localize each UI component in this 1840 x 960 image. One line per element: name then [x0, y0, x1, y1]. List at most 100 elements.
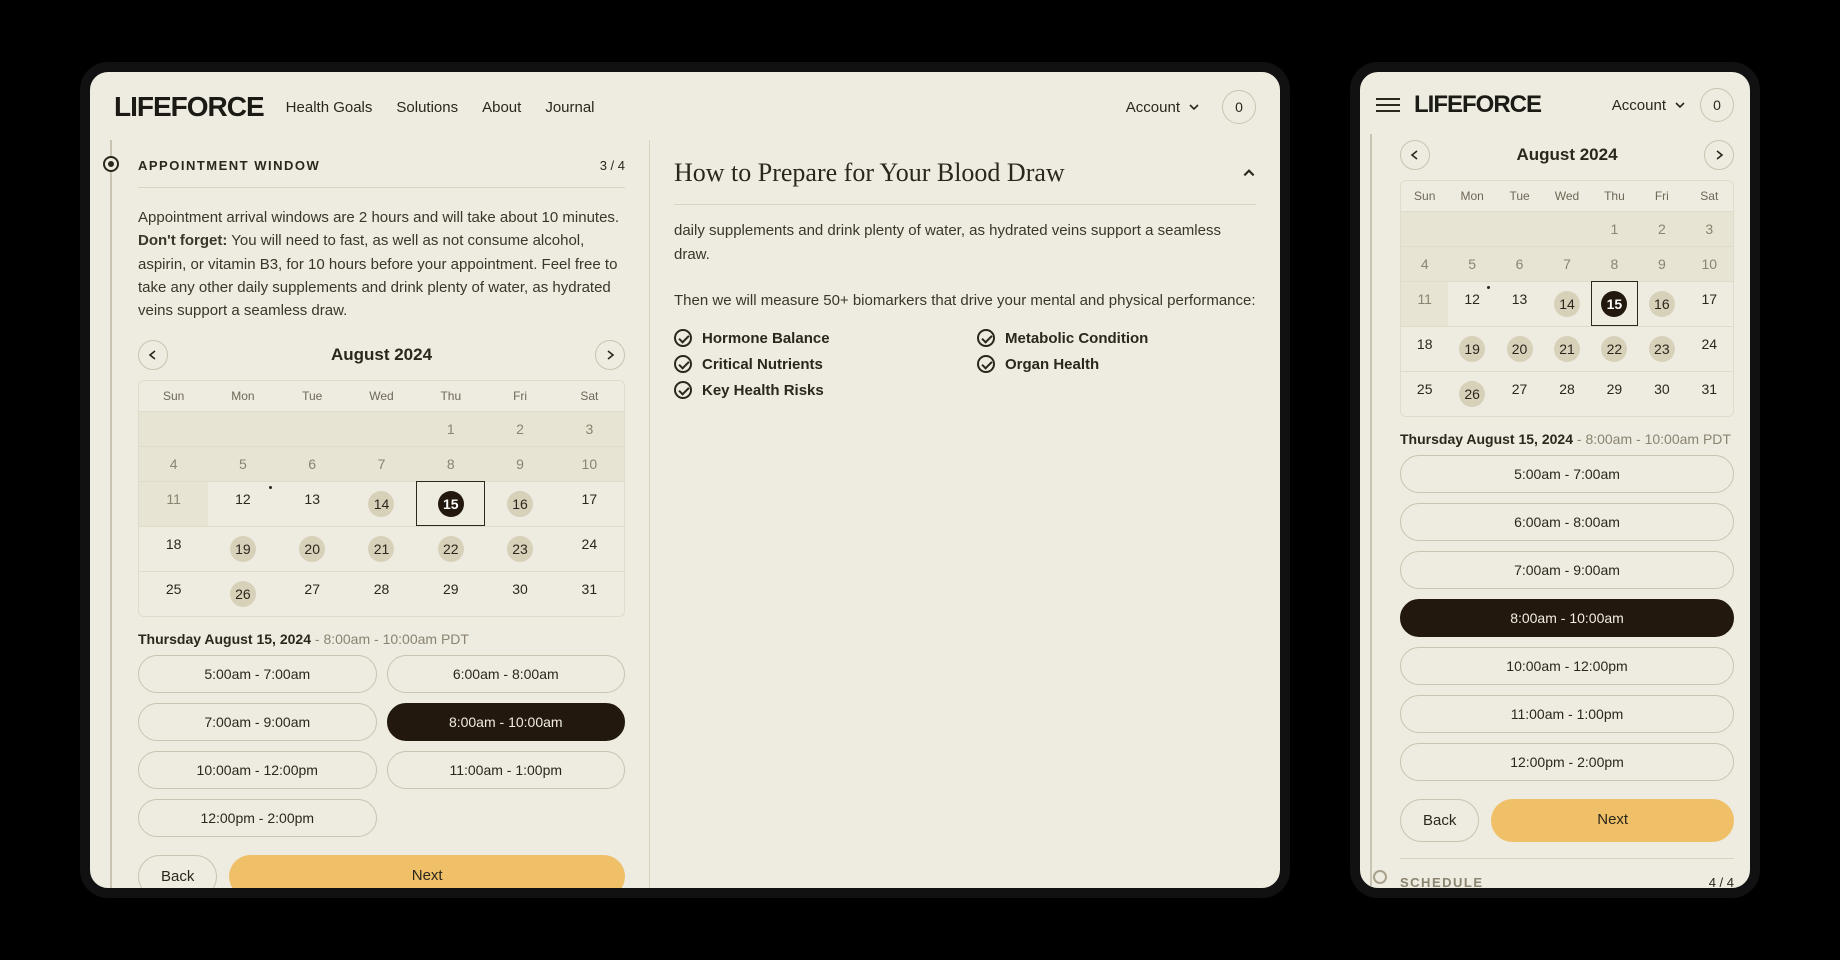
calendar-day-31[interactable]: 31 — [1686, 371, 1733, 416]
biomarker-label: Key Health Risks — [702, 382, 824, 399]
calendar-day-29[interactable]: 29 — [1591, 371, 1638, 416]
back-button[interactable]: Back — [1400, 799, 1479, 842]
calendar-dow: Mon — [1448, 181, 1495, 211]
time-slot[interactable]: 12:00pm - 2:00pm — [1400, 743, 1734, 781]
calendar-day-16[interactable]: 16 — [1638, 281, 1685, 326]
calendar-day-26[interactable]: 26 — [1448, 371, 1495, 416]
time-slot[interactable]: 10:00am - 12:00pm — [138, 751, 377, 789]
calendar-day-19[interactable]: 19 — [208, 526, 277, 571]
time-slot[interactable]: 11:00am - 1:00pm — [1400, 695, 1734, 733]
calendar-day-21[interactable]: 21 — [1543, 326, 1590, 371]
calendar-dow: Thu — [1591, 181, 1638, 211]
phone-frame: LIFEFORCE Account 0 August 2024 SunMonTu… — [1350, 62, 1760, 898]
nav-journal[interactable]: Journal — [545, 99, 594, 116]
check-circle-icon — [977, 355, 995, 373]
next-button[interactable]: Next — [1491, 799, 1734, 842]
calendar-day-16[interactable]: 16 — [485, 481, 554, 526]
arrow-right-icon — [1713, 149, 1725, 161]
back-button[interactable]: Back — [138, 855, 217, 888]
time-slot[interactable]: 6:00am - 8:00am — [387, 655, 626, 693]
time-slot[interactable]: 11:00am - 1:00pm — [387, 751, 626, 789]
panel-header[interactable]: How to Prepare for Your Blood Draw — [674, 158, 1256, 205]
calendar-day-20[interactable]: 20 — [278, 526, 347, 571]
step-indicator-dot-empty — [1373, 870, 1387, 884]
time-slot[interactable]: 7:00am - 9:00am — [1400, 551, 1734, 589]
calendar-day-25[interactable]: 25 — [139, 571, 208, 616]
calendar-day-24[interactable]: 24 — [1686, 326, 1733, 371]
nav-solutions[interactable]: Solutions — [396, 99, 458, 116]
next-month-button[interactable] — [1704, 140, 1734, 170]
account-menu[interactable]: Account — [1126, 99, 1200, 116]
hamburger-menu-icon[interactable] — [1376, 98, 1400, 112]
calendar-day-14[interactable]: 14 — [1543, 281, 1590, 326]
biomarker-label: Hormone Balance — [702, 330, 830, 347]
time-slot[interactable]: 6:00am - 8:00am — [1400, 503, 1734, 541]
calendar-day-28[interactable]: 28 — [1543, 371, 1590, 416]
calendar-dow: Fri — [485, 381, 554, 411]
calendar-day-15[interactable]: 15 — [416, 481, 485, 526]
calendar-day-22[interactable]: 22 — [1591, 326, 1638, 371]
time-slot[interactable]: 8:00am - 10:00am — [387, 703, 626, 741]
calendar-grid: SunMonTueWedThuFriSat1234567891011121314… — [1400, 180, 1734, 417]
selection-label: Thursday August 15, 2024 - 8:00am - 10:0… — [138, 617, 625, 655]
calendar-day-25[interactable]: 25 — [1401, 371, 1448, 416]
time-slot[interactable]: 12:00pm - 2:00pm — [138, 799, 377, 837]
calendar-day-17[interactable]: 17 — [555, 481, 624, 526]
calendar-day-13[interactable]: 13 — [278, 481, 347, 526]
calendar-day-20[interactable]: 20 — [1496, 326, 1543, 371]
calendar-day-14[interactable]: 14 — [347, 481, 416, 526]
calendar-day-23[interactable]: 23 — [485, 526, 554, 571]
calendar-day-5: 5 — [1448, 246, 1495, 281]
calendar-day-24[interactable]: 24 — [555, 526, 624, 571]
calendar-month-label: August 2024 — [331, 345, 432, 365]
calendar-day-12[interactable]: 12 — [208, 481, 277, 526]
biomarker-item: Organ Health — [977, 355, 1256, 373]
calendar-day-8: 8 — [1591, 246, 1638, 281]
calendar-day-17[interactable]: 17 — [1686, 281, 1733, 326]
calendar-day-22[interactable]: 22 — [416, 526, 485, 571]
calendar-day-19[interactable]: 19 — [1448, 326, 1495, 371]
nav-about[interactable]: About — [482, 99, 521, 116]
account-menu[interactable]: Account — [1612, 97, 1686, 114]
arrow-left-icon — [147, 349, 159, 361]
header: LIFEFORCE Health Goals Solutions About J… — [90, 72, 1280, 140]
calendar-day-8: 8 — [416, 446, 485, 481]
prev-month-button[interactable] — [138, 340, 168, 370]
time-slot[interactable]: 7:00am - 9:00am — [138, 703, 377, 741]
next-button[interactable]: Next — [229, 855, 625, 888]
left-column: APPOINTMENT WINDOW 3 / 4 Appointment arr… — [90, 140, 650, 888]
calendar-day-26[interactable]: 26 — [208, 571, 277, 616]
cart-badge[interactable]: 0 — [1700, 88, 1734, 122]
calendar-day-29[interactable]: 29 — [416, 571, 485, 616]
calendar-header: August 2024 — [138, 334, 625, 380]
calendar-day-18[interactable]: 18 — [1401, 326, 1448, 371]
brand-logo: LIFEFORCE — [114, 91, 264, 123]
calendar-day-30[interactable]: 30 — [485, 571, 554, 616]
footer-step-counter: 4 / 4 — [1709, 875, 1734, 888]
calendar-day-27[interactable]: 27 — [278, 571, 347, 616]
calendar-day-18[interactable]: 18 — [139, 526, 208, 571]
nav-health-goals[interactable]: Health Goals — [286, 99, 373, 116]
time-slot[interactable]: 8:00am - 10:00am — [1400, 599, 1734, 637]
selected-time: 8:00am - 10:00am PDT — [323, 631, 469, 647]
cart-badge[interactable]: 0 — [1222, 90, 1256, 124]
calendar-day-21[interactable]: 21 — [347, 526, 416, 571]
calendar-day-12[interactable]: 12 — [1448, 281, 1495, 326]
time-slot[interactable]: 5:00am - 7:00am — [1400, 455, 1734, 493]
calendar-day-30[interactable]: 30 — [1638, 371, 1685, 416]
time-slot[interactable]: 10:00am - 12:00pm — [1400, 647, 1734, 685]
calendar-day-27[interactable]: 27 — [1496, 371, 1543, 416]
next-month-button[interactable] — [595, 340, 625, 370]
biomarker-label: Critical Nutrients — [702, 356, 823, 373]
calendar-day-23[interactable]: 23 — [1638, 326, 1685, 371]
arrow-right-icon — [604, 349, 616, 361]
calendar-day-28[interactable]: 28 — [347, 571, 416, 616]
time-slot[interactable]: 5:00am - 7:00am — [138, 655, 377, 693]
prev-month-button[interactable] — [1400, 140, 1430, 170]
progress-footer: SCHEDULE 4 / 4 — [1400, 858, 1734, 888]
calendar-day-31[interactable]: 31 — [555, 571, 624, 616]
step-intro-strong: Don't forget: — [138, 232, 227, 249]
calendar-day-13[interactable]: 13 — [1496, 281, 1543, 326]
check-circle-icon — [674, 329, 692, 347]
calendar-day-15[interactable]: 15 — [1591, 281, 1638, 326]
